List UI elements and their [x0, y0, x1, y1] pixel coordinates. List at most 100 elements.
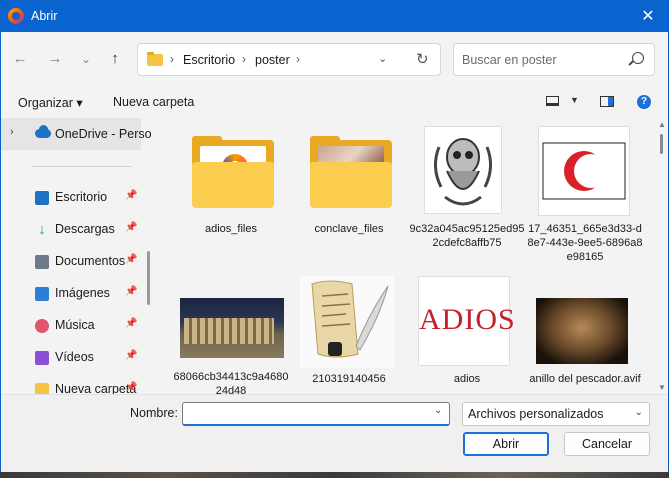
document-icon: [35, 255, 49, 269]
view-dropdown-icon[interactable]: ▼: [570, 95, 579, 105]
sidebar-item-label: Escritorio: [55, 190, 108, 204]
music-icon: [35, 319, 49, 333]
pin-icon: 📌: [125, 382, 138, 393]
search-box[interactable]: Buscar en poster: [453, 43, 655, 76]
forward-button[interactable]: →: [45, 49, 65, 69]
file-tile[interactable]: 68066cb34413c9a468024d48: [172, 268, 290, 394]
file-name: 9c32a045ac95125ed952cdefc8affb75: [409, 223, 525, 249]
chevron-down-icon[interactable]: ⌄: [434, 405, 442, 416]
sidebar-item-label: Música: [55, 318, 95, 332]
sidebar-item-musica[interactable]: Música 📌: [1, 310, 141, 342]
folder-icon: [35, 383, 49, 394]
videos-icon: [35, 351, 49, 365]
navigation-bar: ← → ⌄ ↑ › Escritorio › poster › ⌄ ↻ Busc…: [1, 32, 668, 84]
window-title: Abrir: [31, 9, 58, 23]
breadcrumb-separator: ›: [242, 52, 246, 66]
sidebar-item-documentos[interactable]: Documentos 📌: [1, 246, 141, 278]
close-button[interactable]: ✕: [628, 1, 668, 32]
help-icon[interactable]: ?: [637, 95, 651, 109]
file-name: adios: [453, 373, 481, 385]
new-folder-button[interactable]: Nueva carpeta: [113, 95, 194, 109]
folder-icon: [147, 52, 163, 66]
chevron-right-icon[interactable]: ›: [10, 126, 14, 138]
pin-icon: 📌: [125, 318, 138, 329]
search-placeholder: Buscar en poster: [462, 53, 557, 67]
image-thumbnail: [180, 298, 284, 358]
recent-locations-button[interactable]: ⌄: [76, 49, 96, 69]
back-button[interactable]: ←: [10, 49, 30, 69]
file-tile[interactable]: adios_files: [172, 118, 290, 266]
pin-icon: 📌: [125, 222, 138, 233]
image-thumbnail: [538, 126, 630, 216]
pin-icon: 📌: [125, 286, 138, 297]
folder-thumbnail: [302, 126, 396, 220]
dialog-footer: Nombre: ⌄ Archivos personalizados ⌄ Abri…: [1, 394, 668, 473]
file-tile[interactable]: 17_46351_665e3d33-d8e7-443e-9ee5-6896a8e…: [526, 118, 644, 266]
image-thumbnail: [536, 298, 628, 364]
cancel-button[interactable]: Cancelar: [564, 432, 650, 456]
image-thumbnail: [300, 276, 394, 368]
pin-icon: 📌: [125, 190, 138, 201]
address-dropdown-icon[interactable]: ⌄: [378, 52, 387, 65]
organize-menu[interactable]: Organizar ▾: [18, 95, 83, 110]
file-name: anillo del pescador.avif: [529, 373, 641, 385]
background-strip: [0, 472, 669, 478]
breadcrumb-separator: ›: [296, 52, 300, 66]
breadcrumb-escritorio[interactable]: Escritorio: [183, 53, 235, 67]
file-grid-scrollbar[interactable]: ▲ ▼: [656, 118, 668, 394]
pin-icon: 📌: [125, 254, 138, 265]
navigation-pane: › OneDrive - Perso Escritorio 📌 ↓ Descar…: [1, 118, 151, 394]
scroll-up-icon[interactable]: ▲: [658, 120, 666, 129]
scroll-down-icon[interactable]: ▼: [658, 383, 666, 392]
sidebar-item-nueva-carpeta[interactable]: Nueva carpeta 📌: [1, 374, 141, 394]
file-tile[interactable]: conclave_files: [290, 118, 408, 266]
sidebar-divider: [32, 166, 132, 167]
image-thumbnail: [424, 126, 502, 214]
file-name: conclave_files: [314, 223, 384, 235]
file-type-select[interactable]: Archivos personalizados ⌄: [462, 402, 650, 426]
refresh-icon[interactable]: ↻: [416, 50, 429, 68]
search-icon[interactable]: [632, 52, 644, 64]
pin-icon: 📌: [125, 350, 138, 361]
sidebar-item-label: Vídeos: [55, 350, 94, 364]
file-name-input[interactable]: [182, 402, 450, 426]
file-name: adios_files: [205, 223, 257, 235]
sidebar-item-label: Documentos: [55, 254, 126, 268]
open-file-dialog: Abrir ✕ ← → ⌄ ↑ › Escritorio › poster › …: [0, 0, 669, 473]
address-bar[interactable]: › Escritorio › poster › ⌄ ↻: [137, 43, 441, 76]
file-tile[interactable]: ADIOS adios: [408, 268, 526, 394]
file-name: 68066cb34413c9a468024d48: [173, 371, 289, 394]
pictures-icon: [35, 287, 49, 301]
chevron-down-icon: ⌄: [634, 407, 643, 418]
sidebar-item-descargas[interactable]: ↓ Descargas 📌: [1, 214, 141, 246]
sidebar-item-onedrive[interactable]: › OneDrive - Perso: [1, 118, 151, 150]
sidebar-item-videos[interactable]: Vídeos 📌: [1, 342, 141, 374]
preview-pane-icon[interactable]: [600, 96, 614, 107]
folder-thumbnail: [184, 126, 278, 220]
file-name: 210319140456: [312, 373, 386, 385]
file-tile[interactable]: anillo del pescador.avif: [526, 268, 644, 394]
view-icon[interactable]: [546, 96, 559, 106]
file-name-label: Nombre:: [130, 406, 178, 420]
scroll-thumb[interactable]: [660, 134, 663, 154]
image-thumbnail: ADIOS: [418, 276, 516, 366]
breadcrumb-poster[interactable]: poster: [255, 53, 290, 67]
command-bar: Organizar ▾ Nueva carpeta ▼ ?: [1, 84, 668, 118]
title-bar: Abrir ✕: [1, 1, 668, 32]
file-tile[interactable]: 9c32a045ac95125ed952cdefc8affb75: [408, 118, 526, 266]
cloud-icon: [35, 125, 51, 138]
app-logo-icon: [8, 8, 24, 24]
thumbnail-text: ADIOS: [419, 303, 516, 336]
breadcrumb-separator: ›: [170, 52, 174, 66]
up-button[interactable]: ↑: [105, 49, 125, 69]
sidebar-item-escritorio[interactable]: Escritorio 📌: [1, 182, 141, 214]
download-icon: ↓: [38, 221, 46, 238]
sidebar-item-label: Descargas: [55, 222, 115, 236]
sidebar-scrollbar[interactable]: [147, 251, 150, 305]
file-type-value: Archivos personalizados: [468, 407, 604, 421]
file-grid: adios_files conclave_files 9c32a045ac951…: [153, 118, 656, 394]
sidebar-item-imagenes[interactable]: Imágenes 📌: [1, 278, 141, 310]
open-button[interactable]: Abrir: [463, 432, 549, 456]
file-name: 17_46351_665e3d33-d8e7-443e-9ee5-6896a8e…: [527, 223, 643, 263]
file-tile[interactable]: 210319140456: [290, 268, 408, 394]
